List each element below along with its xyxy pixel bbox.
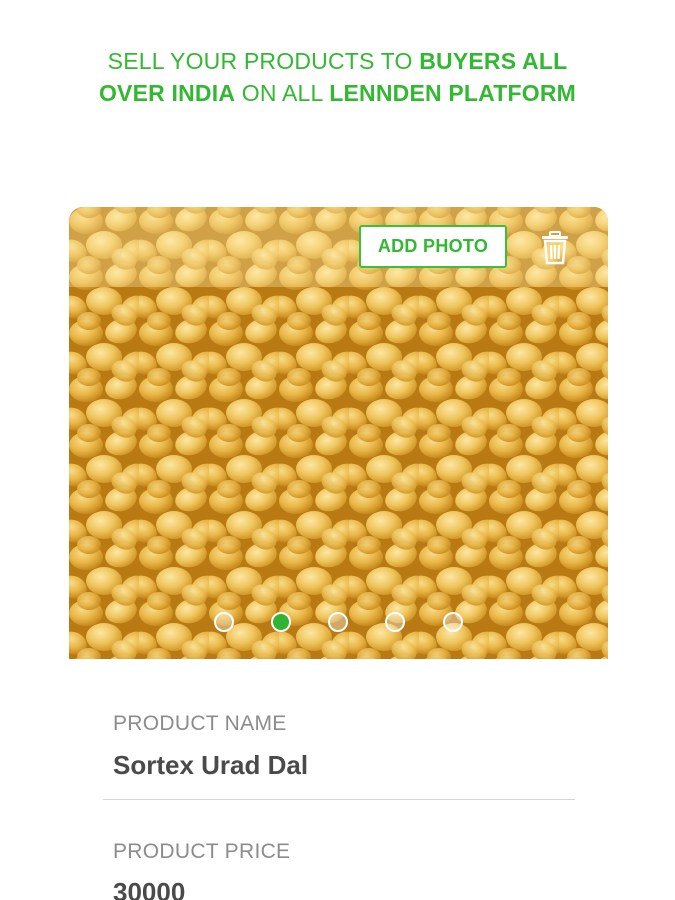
headline-part-4: ON ALL: [235, 80, 330, 106]
carousel-dot-1[interactable]: [214, 612, 234, 632]
product-name-label: PRODUCT NAME: [113, 712, 287, 735]
sell-product-screen: SELL YOUR PRODUCTS TO BUYERS ALL OVER IND…: [0, 0, 675, 900]
product-name-underline: [103, 799, 575, 800]
trash-icon[interactable]: [541, 231, 569, 265]
headline-part-2: BUYERS ALL: [419, 48, 568, 74]
carousel-indicators: [69, 612, 608, 638]
add-photo-button[interactable]: ADD PHOTO: [359, 225, 507, 268]
carousel-dot-2[interactable]: [271, 612, 291, 632]
carousel-dot-3[interactable]: [328, 612, 348, 632]
photo-toolbar: [69, 207, 608, 287]
carousel-dot-5[interactable]: [443, 612, 463, 632]
product-price-label: PRODUCT PRICE: [113, 840, 291, 863]
product-name-field[interactable]: Sortex Urad Dal: [113, 750, 308, 781]
carousel-dot-4[interactable]: [385, 612, 405, 632]
headline-part-1: SELL YOUR PRODUCTS TO: [107, 48, 420, 74]
product-photo-carousel[interactable]: ADD PHOTO: [69, 207, 608, 659]
headline-part-3: OVER INDIA: [98, 80, 236, 106]
headline-part-5: LENNDEN PLATFORM: [329, 80, 577, 106]
headline: SELL YOUR PRODUCTS TO BUYERS ALL OVER IND…: [40, 45, 635, 109]
product-price-field[interactable]: 30000: [113, 877, 185, 900]
